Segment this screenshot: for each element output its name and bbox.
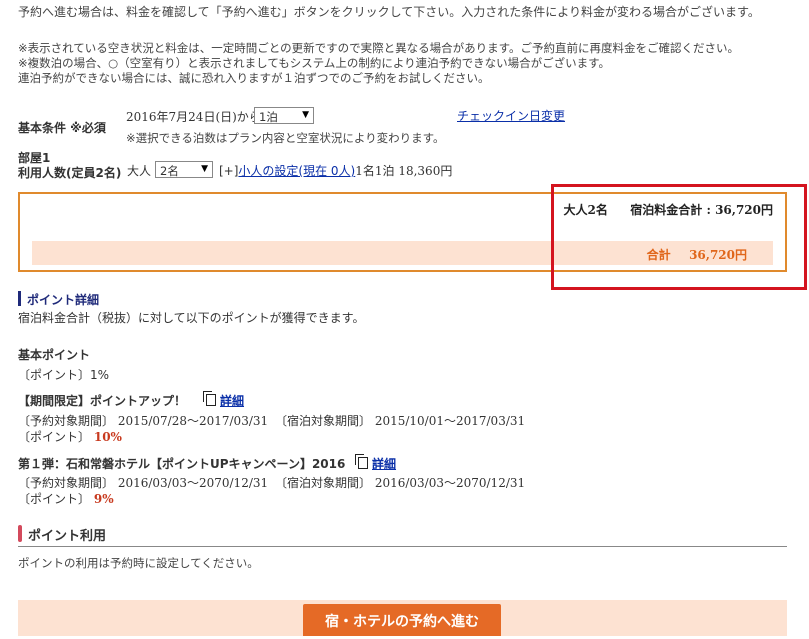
points-heading: ポイント詳細 <box>27 293 100 307</box>
divider <box>18 546 787 547</box>
guests-label: 利用人数(定員2名) <box>18 166 122 180</box>
price-summary-box: 大人2名 宿泊料金合計 : 36,720円 合計 36,720円 <box>18 192 787 272</box>
campaign-point-value: 9% <box>93 492 114 506</box>
campaign-point-label: 〔ポイント〕 <box>18 492 91 506</box>
point-usage-note: ポイントの利用は予約時に設定してください。 <box>18 556 259 570</box>
chevron-down-icon: ▼ <box>302 110 309 120</box>
proceed-to-reservation-button[interactable]: 宿・ホテルの予約へ進む <box>303 604 501 636</box>
consecutive-night-note: 連泊予約ができない場合には、誠に恐れ入りますが１泊ずつでのご予約をお試しください… <box>18 71 490 85</box>
guest-count: 大人2名 <box>563 203 608 217</box>
campaign-stay-period: 〔宿泊対象期間〕 2016/03/03〜2070/12/31 <box>275 476 526 490</box>
intro-text: 予約へ進む場合は、料金を確認して「予約へ進む」ボタンをクリックして下さい。入力さ… <box>18 5 760 19</box>
subtotal-label: 宿泊料金合計 : 36,720円 <box>630 203 773 217</box>
campaign-detail-link[interactable]: 詳細 <box>372 457 396 471</box>
copy-icon <box>355 454 368 469</box>
limited-detail[interactable]: 詳細 <box>203 391 244 409</box>
child-settings-link[interactable]: 小人の設定(現在 0人) <box>238 164 355 178</box>
adults-select-value: 2名 <box>160 164 179 178</box>
heading-marker <box>18 525 22 542</box>
nights-select[interactable]: 1泊 ▼ <box>254 107 314 124</box>
copy-icon <box>203 391 216 406</box>
campaign-title: 第１弾：石和常磐ホテル【ポイントUPキャンペーン】2016 <box>18 457 346 471</box>
limited-stay-period: 〔宿泊対象期間〕 2015/10/01〜2017/03/31 <box>275 414 526 428</box>
limited-points-title: 【期間限定】ポイントアップ！ <box>18 394 187 408</box>
availability-note: ※表示されている空き状況と料金は、一定時間ごとの更新ですので実際と異なる場合があ… <box>18 41 740 55</box>
total-bar: 合計 36,720円 <box>32 241 773 265</box>
per-person-price: 1名1泊 18,360円 <box>355 164 453 178</box>
chevron-down-icon: ▼ <box>201 164 208 174</box>
nights-select-value: 1泊 <box>259 110 278 124</box>
points-description: 宿泊料金合計（税抜）に対して以下のポイントが獲得できます。 <box>18 311 365 325</box>
heading-marker <box>18 291 21 306</box>
adults-select[interactable]: 2名 ▼ <box>155 161 213 178</box>
multi-night-note: ※複数泊の場合、○（空室有り）と表示されましてもシステム上の制約により連泊予約で… <box>18 56 611 70</box>
nights-note: ※選択できる泊数はプラン内容と空室状況により変わります。 <box>126 131 445 145</box>
adult-label: 大人 <box>127 164 152 178</box>
total-row: 合計 36,720円 <box>647 246 747 263</box>
basic-points-title: 基本ポイント <box>18 348 91 362</box>
total-label: 合計 <box>646 248 671 262</box>
total-value: 36,720円 <box>689 248 747 262</box>
limited-reserve-period: 〔予約対象期間〕 2015/07/28〜2017/03/31 <box>18 414 269 428</box>
limited-point-value: 10% <box>93 430 122 444</box>
change-checkin-link[interactable]: チェックイン日変更 <box>457 107 565 124</box>
campaign-detail[interactable]: 詳細 <box>355 454 396 472</box>
point-usage-heading: ポイント利用 <box>28 529 107 544</box>
limited-point-label: 〔ポイント〕 <box>18 430 91 444</box>
basic-conditions-label: 基本条件 ※必須 <box>18 121 106 135</box>
subtotal-row: 大人2名 宿泊料金合計 : 36,720円 <box>564 201 773 218</box>
child-prefix: [+] <box>219 164 239 178</box>
basic-points-rate: 〔ポイント〕1% <box>18 368 110 382</box>
campaign-reserve-period: 〔予約対象期間〕 2016/03/03〜2070/12/31 <box>18 476 269 490</box>
checkin-date: 2016年7月24日(日)から <box>126 110 261 124</box>
limited-detail-link[interactable]: 詳細 <box>220 394 244 408</box>
